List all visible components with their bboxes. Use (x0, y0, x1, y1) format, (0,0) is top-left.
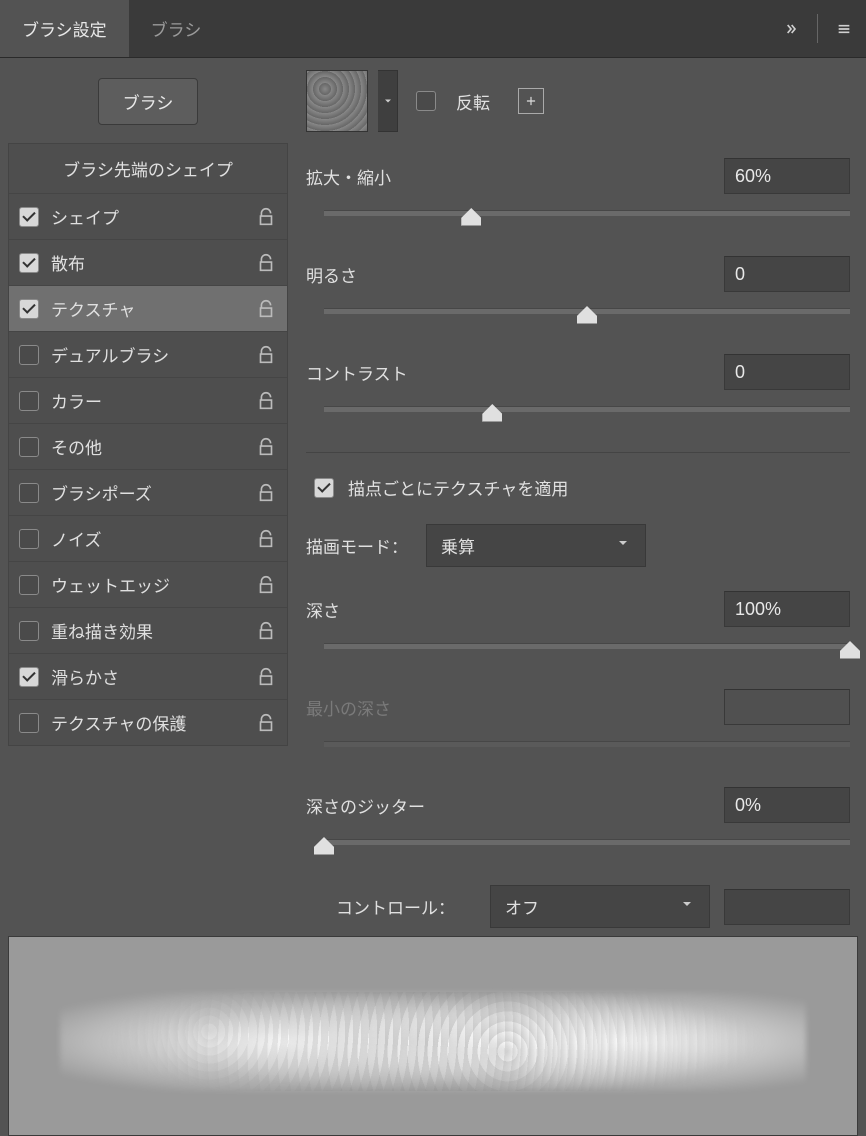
scale-label: 拡大・縮小 (306, 164, 391, 189)
lock-icon[interactable] (255, 344, 277, 366)
option-label: ウェットエッジ (51, 572, 243, 597)
lock-icon[interactable] (255, 436, 277, 458)
depth-label: 深さ (306, 597, 340, 622)
brightness-slider[interactable] (324, 302, 850, 330)
mode-value: 乗算 (441, 533, 475, 558)
min-depth-value (724, 689, 850, 725)
separator (306, 452, 850, 453)
option-row-8[interactable]: ウェットエッジ (9, 562, 287, 608)
option-label: 散布 (51, 250, 243, 275)
option-row-1[interactable]: 散布 (9, 240, 287, 286)
option-row-3[interactable]: デュアルブラシ (9, 332, 287, 378)
chevron-down-icon (615, 535, 631, 556)
option-label: ブラシポーズ (51, 480, 243, 505)
brightness-value[interactable]: 0 (724, 256, 850, 292)
option-checkbox[interactable] (19, 299, 39, 319)
lock-icon[interactable] (255, 298, 277, 320)
min-depth-label: 最小の深さ (306, 695, 391, 720)
option-label: その他 (51, 434, 243, 459)
option-row-2[interactable]: テクスチャ (9, 286, 287, 332)
depth-value[interactable]: 100% (724, 591, 850, 627)
option-label: デュアルブラシ (51, 342, 243, 367)
lock-icon[interactable] (255, 712, 277, 734)
option-row-11[interactable]: テクスチャの保護 (9, 700, 287, 745)
option-checkbox[interactable] (19, 345, 39, 365)
option-checkbox[interactable] (19, 621, 39, 641)
option-checkbox[interactable] (19, 713, 39, 733)
scale-value[interactable]: 60% (724, 158, 850, 194)
scale-slider[interactable] (324, 204, 850, 232)
option-row-5[interactable]: その他 (9, 424, 287, 470)
lock-icon[interactable] (255, 620, 277, 642)
invert-label: 反転 (456, 89, 490, 114)
invert-checkbox[interactable] (416, 91, 436, 111)
lock-icon[interactable] (255, 528, 277, 550)
option-checkbox[interactable] (19, 391, 39, 411)
chevron-down-icon (679, 896, 695, 917)
depth-jitter-value[interactable]: 0% (724, 787, 850, 823)
option-label: 滑らかさ (51, 664, 243, 689)
lock-icon[interactable] (255, 574, 277, 596)
option-header[interactable]: ブラシ先端のシェイプ (9, 144, 287, 194)
option-row-0[interactable]: シェイプ (9, 194, 287, 240)
option-row-10[interactable]: 滑らかさ (9, 654, 287, 700)
option-checkbox[interactable] (19, 207, 39, 227)
lock-icon[interactable] (255, 252, 277, 274)
option-checkbox[interactable] (19, 529, 39, 549)
brush-preview (8, 936, 858, 1136)
control-label: コントロール： (336, 894, 455, 919)
brightness-label: 明るさ (306, 262, 357, 287)
lock-icon[interactable] (255, 482, 277, 504)
option-label: テクスチャ (51, 296, 243, 321)
lock-icon[interactable] (255, 390, 277, 412)
texture-thumbnail[interactable] (306, 70, 368, 132)
option-row-9[interactable]: 重ね描き効果 (9, 608, 287, 654)
mode-label: 描画モード： (306, 533, 408, 558)
option-checkbox[interactable] (19, 575, 39, 595)
panel-menu-icon[interactable] (822, 0, 866, 57)
depth-jitter-slider[interactable] (324, 833, 850, 861)
option-row-4[interactable]: カラー (9, 378, 287, 424)
mode-select[interactable]: 乗算 (426, 524, 646, 567)
new-preset-button[interactable] (518, 88, 544, 114)
depth-jitter-label: 深さのジッター (306, 793, 425, 818)
control-extra-value (724, 889, 850, 925)
option-row-6[interactable]: ブラシポーズ (9, 470, 287, 516)
lock-icon[interactable] (255, 206, 277, 228)
option-checkbox[interactable] (19, 667, 39, 687)
topbar-spacer (223, 0, 769, 57)
contrast-label: コントラスト (306, 360, 408, 385)
tab-brush-settings[interactable]: ブラシ設定 (0, 0, 129, 57)
option-row-7[interactable]: ノイズ (9, 516, 287, 562)
option-label: シェイプ (51, 204, 243, 229)
min-depth-slider (324, 735, 850, 763)
depth-slider[interactable] (324, 637, 850, 665)
option-checkbox[interactable] (19, 437, 39, 457)
control-select[interactable]: オフ (490, 885, 710, 928)
option-label: 重ね描き効果 (51, 618, 243, 643)
collapse-icon[interactable] (769, 0, 813, 57)
apply-per-tip-checkbox[interactable] (314, 478, 334, 498)
topbar-separator (817, 14, 818, 43)
option-checkbox[interactable] (19, 483, 39, 503)
contrast-value[interactable]: 0 (724, 354, 850, 390)
brush-options-list: ブラシ先端のシェイプ シェイプ散布テクスチャデュアルブラシカラーその他ブラシポー… (8, 143, 288, 746)
option-label: テクスチャの保護 (51, 710, 243, 735)
brush-picker-button[interactable]: ブラシ (98, 78, 199, 125)
texture-dropdown-icon[interactable] (378, 70, 398, 132)
option-label: ノイズ (51, 526, 243, 551)
tab-brushes[interactable]: ブラシ (129, 0, 224, 57)
control-value: オフ (505, 894, 539, 919)
contrast-slider[interactable] (324, 400, 850, 428)
apply-per-tip-label: 描点ごとにテクスチャを適用 (348, 475, 568, 500)
option-checkbox[interactable] (19, 253, 39, 273)
option-label: カラー (51, 388, 243, 413)
lock-icon[interactable] (255, 666, 277, 688)
